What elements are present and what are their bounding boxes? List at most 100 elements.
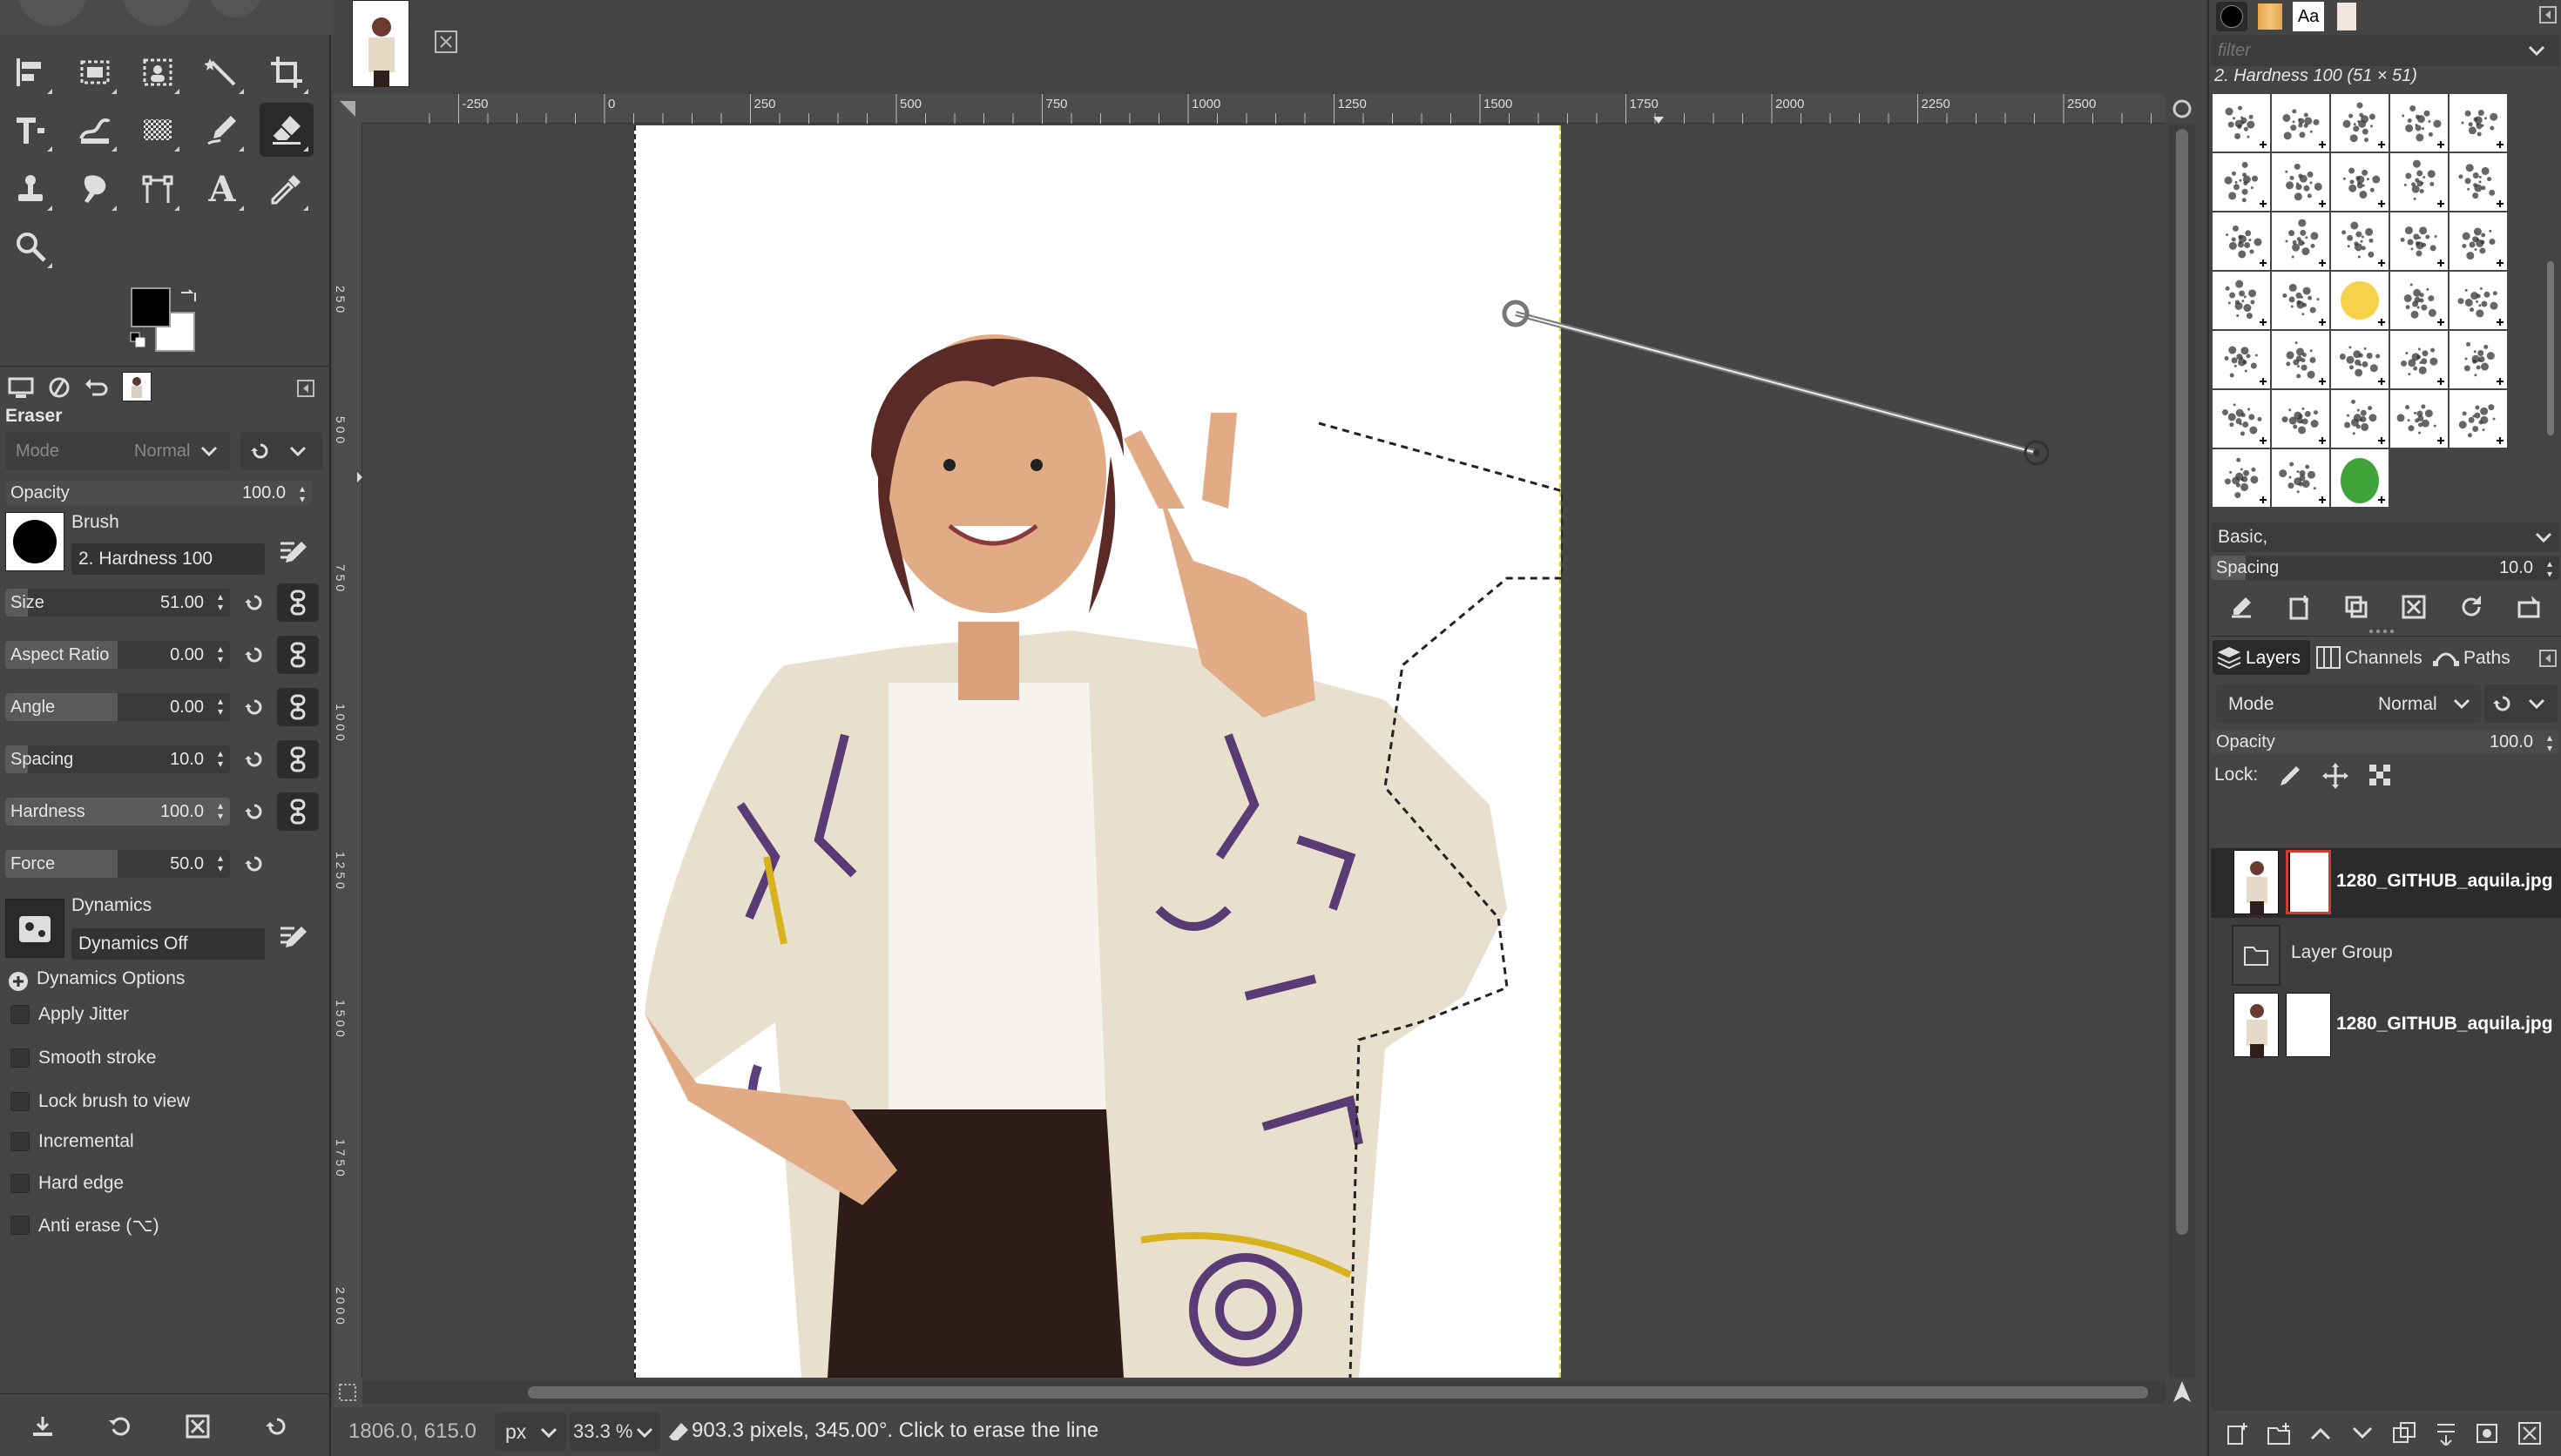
new-layer-group-icon[interactable] [2267,1421,2291,1446]
expand-dynamics-options-icon[interactable] [9,972,28,991]
zoom-icon[interactable] [3,219,57,273]
link-to-brush-icon[interactable] [277,792,319,831]
link-to-brush-icon[interactable] [277,636,319,674]
edit-dynamics-icon[interactable] [275,920,310,954]
delete-options-icon[interactable] [185,1413,211,1439]
smudge-icon[interactable] [68,162,122,216]
zoom-on-resize-icon[interactable] [2169,94,2195,124]
brush-name-field[interactable]: 2. Hardness 100 [71,543,265,575]
image-tab-thumbnail[interactable] [352,0,409,87]
link-to-brush-icon[interactable] [277,688,319,726]
delete-brush-icon[interactable] [2401,594,2427,620]
tab-channels[interactable]: Channels [2314,640,2430,675]
panel-separator[interactable] [2366,629,2401,634]
swap-colors-icon[interactable] [178,286,199,307]
slider-aspect-ratio[interactable]: Aspect Ratio 0.00 ▴ ▾ [5,641,230,669]
horizontal-scrollbar[interactable] [362,1381,2166,1404]
dynamics-name-field[interactable]: Dynamics Off [71,928,265,960]
checkbox[interactable] [10,1005,30,1024]
checkbox[interactable] [10,1174,30,1193]
close-tab-icon[interactable] [434,30,458,54]
layer-group-name[interactable]: Layer Group [2291,942,2393,963]
new-layer-icon[interactable] [2225,1421,2249,1446]
save-options-icon[interactable] [30,1413,56,1439]
reset-mode-dropdown[interactable] [240,432,322,470]
warp-transform-icon[interactable] [68,103,122,157]
vertical-ruler[interactable]: 2 5 0 5 0 0 7 5 0 1 0 0 0 1 2 5 0 1 5 0 … [333,124,362,1378]
configure-tab-icon[interactable] [296,379,315,398]
configure-tab-icon[interactable] [2538,5,2558,24]
canvas[interactable] [362,124,2166,1378]
unit-dropdown[interactable]: px [495,1412,566,1451]
images-tab-icon[interactable] [122,372,152,401]
foreground-select-icon[interactable] [131,45,185,99]
layer-row[interactable]: 1280_GITHUB_aquila.jpg [2211,848,2561,918]
add-mask-icon[interactable] [2476,1421,2500,1446]
restore-options-icon[interactable] [106,1413,132,1439]
opacity-slider[interactable]: Opacity 100.0 ▴ ▾ [5,481,312,505]
undo-history-tab-icon[interactable] [82,374,110,401]
paths-icon[interactable] [131,162,185,216]
reset-icon[interactable] [240,641,268,669]
layer-opacity-slider[interactable]: Opacity 100.0 ▴ ▾ [2211,730,2559,754]
fuzzy-select-icon[interactable] [195,45,249,99]
layer-name[interactable]: 1280_GITHUB_aquila.jpg [2336,871,2553,892]
document-history-tab-icon[interactable] [2331,2,2362,31]
edit-brush-icon[interactable] [2228,594,2254,620]
navigate-icon[interactable] [2169,1378,2195,1407]
lock-alpha-icon[interactable] [2368,763,2394,789]
text-icon[interactable]: A [195,162,249,216]
slider-hardness[interactable]: Hardness 100.0 ▴ ▾ [5,798,230,826]
checkbox-label[interactable]: Incremental [38,1131,134,1152]
dynamics-options-label[interactable]: Dynamics Options [37,968,185,989]
patterns-tab-icon[interactable] [2254,2,2286,31]
zoom-dropdown[interactable]: 33.3 % [570,1412,660,1451]
slider-size[interactable]: Size 51.00 ▴ ▾ [5,589,230,617]
device-status-tab-icon[interactable] [45,374,73,401]
color-picker-icon[interactable] [260,162,314,216]
new-brush-icon[interactable] [2286,594,2312,620]
default-colors-icon[interactable] [129,331,150,352]
lock-pixels-icon[interactable] [2277,763,2303,789]
lower-layer-icon[interactable] [2350,1421,2375,1446]
crop-icon[interactable] [260,45,314,99]
layer-row[interactable]: 1280_GITHUB_aquila.jpg [2211,991,2561,1061]
raise-layer-icon[interactable] [2308,1421,2333,1446]
reset-icon[interactable] [240,589,268,617]
link-to-brush-icon[interactable] [277,740,319,779]
checkbox-label[interactable]: Anti erase (⌥) [38,1215,159,1237]
configure-tab-icon[interactable] [2538,649,2558,668]
brush-grid-scrollbar[interactable] [2544,52,2558,505]
clone-icon[interactable] [3,162,57,216]
brush-filter-input[interactable] [2218,38,2514,63]
slider-angle[interactable]: Angle 0.00 ▴ ▾ [5,693,230,721]
layer-mask-thumbnail[interactable] [2286,993,2331,1057]
brush-preset-dropdown[interactable]: Basic, [2211,522,2559,552]
reset-icon[interactable] [240,850,268,878]
tab-paths[interactable]: Paths [2432,640,2528,675]
brush-preview[interactable] [5,512,64,571]
rect-select-icon[interactable] [68,45,122,99]
unified-transform-icon[interactable] [3,103,57,157]
layer-mode-dropdown[interactable]: Mode Normal [2216,684,2481,723]
dynamics-preview[interactable] [5,899,64,958]
checkbox[interactable] [10,1216,30,1235]
brush-grid[interactable] [2211,92,2561,521]
brushes-tab-icon[interactable] [2216,2,2247,31]
slider-force[interactable]: Force 50.0 ▴ ▾ [5,850,230,878]
eraser-icon[interactable] [260,103,314,157]
edit-brush-icon[interactable] [275,535,310,570]
ruler-corner[interactable] [333,94,362,124]
merge-layer-icon[interactable] [2434,1421,2458,1446]
brush-filter-field[interactable] [2211,35,2559,66]
layer-composite-dropdown[interactable] [2484,684,2558,723]
checkbox-label[interactable]: Lock brush to view [38,1091,190,1112]
checkbox-label[interactable]: Apply Jitter [38,1004,129,1025]
layer-mask-thumbnail[interactable] [2286,850,2331,914]
checkbox[interactable] [10,1048,30,1068]
horizontal-ruler[interactable]: -250 0 250 500 750 1000 1250 1500 1750 2000 2250 25… [362,94,2166,124]
layer-name[interactable]: 1280_GITHUB_aquila.jpg [2336,1014,2553,1035]
reset-icon[interactable] [240,745,268,773]
foreground-color-swatch[interactable] [131,287,171,327]
ink-icon[interactable] [195,103,249,157]
